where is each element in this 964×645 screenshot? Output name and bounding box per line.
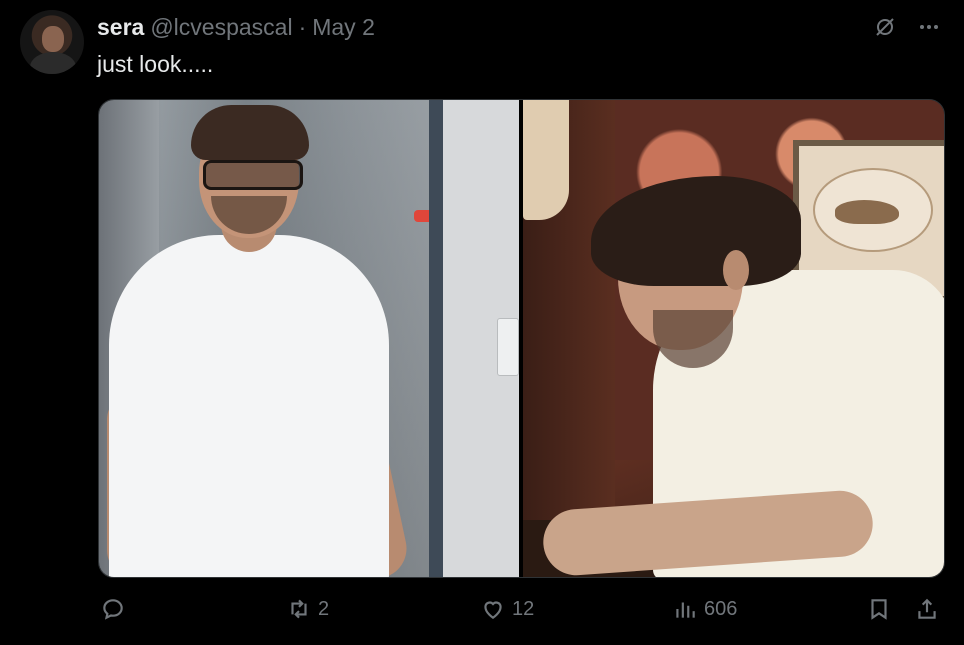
reply-icon [103,599,123,620]
media-grid [98,99,945,578]
views-button[interactable]: 606 [672,596,737,622]
tweet-text: just look..... [97,51,214,77]
hair [191,105,309,160]
display-name[interactable]: sera [97,14,144,41]
grok-icon[interactable] [872,14,898,40]
sunglasses [203,160,303,190]
retweet-count: 2 [318,597,330,620]
like-count: 12 [512,597,535,620]
views-count: 606 [704,597,738,620]
lamp-shade [523,100,569,220]
bookmark-button[interactable] [866,596,892,622]
duck-illustration [835,200,899,224]
tweet-top-actions [872,14,942,40]
photo-left[interactable] [99,100,519,577]
user-handle[interactable]: @lcvespascal [150,14,292,41]
bookmark-icon [871,599,887,620]
ear [723,250,749,290]
tweet-header: sera @lcvespascal · May 2 [97,14,375,41]
reply-button[interactable] [100,596,132,622]
like-button[interactable]: 12 [480,596,534,622]
avatar-shirt [30,52,76,74]
more-icon[interactable] [916,14,942,40]
action-bar: 2 12 606 [98,596,943,630]
views-icon [676,602,695,618]
avatar[interactable] [20,10,84,74]
retweet-icon [291,599,307,619]
share-icon [918,598,936,619]
post-date[interactable]: May 2 [312,14,375,41]
avatar-face [42,26,64,52]
door-frame [429,100,443,577]
share-button[interactable] [914,596,940,622]
photo-right[interactable] [523,100,944,577]
heart-icon [484,601,502,619]
separator-dot: · [298,14,307,40]
white-tshirt [109,235,389,577]
retweet-button[interactable]: 2 [286,596,329,622]
light-switch [497,318,519,376]
